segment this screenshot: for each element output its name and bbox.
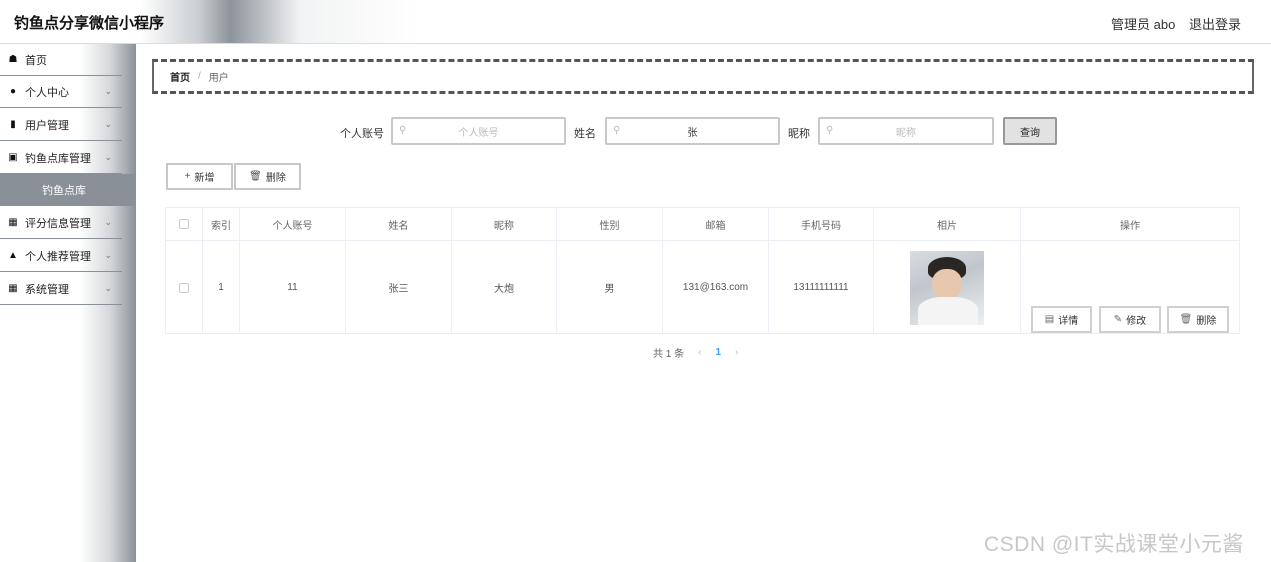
delete-button-label: 删除 [265,173,286,184]
table-cell-photo [874,241,1021,334]
sidebar-item-user-manage[interactable]: ▮ 用户管理 ⌄ [0,109,122,141]
breadcrumb: 首页 / 用户 [152,59,1254,94]
sidebar-item-label: 系统管理 [25,283,69,296]
name-search-input[interactable]: ⚲ 张 [605,117,780,145]
chevron-down-icon: ⌄ [104,250,112,260]
home-icon: ☗ [8,54,18,65]
page-number-current[interactable]: 1 [715,347,721,358]
nickname-search-input[interactable]: ⚲ 昵称 [818,117,994,145]
pagination-total: 共 1 条 [653,349,685,360]
table-cell-index: 1 [203,241,240,334]
table-header-cell: 姓名 [346,208,452,241]
trash-icon: 🗑 [249,171,262,182]
query-button[interactable]: 查询 [1003,117,1057,145]
table-cell-nickname: 大炮 [452,241,557,334]
table-header-cell: 邮箱 [663,208,769,241]
trash-icon: 🗑 [1179,314,1193,325]
chevron-down-icon: ⌄ [104,119,112,129]
next-page-icon[interactable]: › [735,347,738,358]
chevron-down-icon: ⌄ [104,152,112,162]
account-label: 个人账号 [340,128,384,140]
pencil-icon: ✎ [1113,314,1123,325]
sidebar-item-label: 钓鱼点库管理 [25,152,91,165]
sidebar-item-label: 个人中心 [25,86,69,99]
table-header-cell: 索引 [203,208,240,241]
logout-link[interactable]: 退出登录 [1189,14,1241,33]
sidebar-item-label: 用户管理 [25,119,69,132]
row-checkbox[interactable] [179,282,189,293]
sidebar-item-home[interactable]: ☗ 首页 [0,44,122,76]
table-header-checkbox [166,208,203,241]
sidebar-subitem-fishing-spot[interactable]: 钓鱼点库 [0,174,136,206]
batch-delete-button[interactable]: 🗑 删除 [234,163,301,190]
watermark-text: CSDN @IT实战课堂小元酱 [984,533,1244,556]
table-cell-email: 131@163.com [663,241,769,334]
edit-button[interactable]: ✎ 修改 [1099,306,1161,333]
monitor-icon: ▣ [8,152,18,163]
table-header-cell: 性别 [557,208,663,241]
table-cell-phone: 13111111111 [769,241,874,334]
admin-username: 管理员 abo [1111,17,1176,32]
chevron-down-icon: ⌄ [104,283,112,293]
row-delete-button[interactable]: 🗑 删除 [1167,306,1229,333]
sidebar-item-system-manage[interactable]: ▦ 系统管理 ⌄ [0,273,122,305]
table-header-cell: 昵称 [452,208,557,241]
breadcrumb-current: 用户 [208,73,229,84]
add-button-label: 新增 [194,173,215,184]
detail-button-label: 详情 [1058,316,1079,327]
select-all-checkbox[interactable] [179,219,189,229]
add-button[interactable]: + 新增 [166,163,233,190]
nickname-label: 昵称 [788,128,810,140]
edit-button-label: 修改 [1126,316,1147,327]
chevron-down-icon: ⌄ [104,86,112,96]
sidebar-item-label: 评分信息管理 [25,217,91,230]
name-label: 姓名 [574,128,596,140]
table-header-cell: 手机号码 [769,208,874,241]
search-icon: ⚲ [399,125,407,136]
row-checkbox-cell [166,241,203,334]
document-icon: ▤ [1044,314,1055,325]
table-cell-gender: 男 [557,241,663,334]
pagination: 共 1 条 ‹ 1 › [653,345,752,360]
grid-icon: ▦ [8,283,18,294]
name-value: 张 [687,127,698,139]
search-icon: ⚲ [613,125,621,136]
row-delete-button-label: 删除 [1196,316,1217,327]
table-cell-actions: ▤ 详情 ✎ 修改 🗑 删除 [1021,241,1239,334]
sidebar-item-rating-manage[interactable]: ▦ 评分信息管理 ⌄ [0,207,122,239]
sidebar-item-personal-center[interactable]: ● 个人中心 ⌄ [0,76,122,108]
app-title: 钓鱼点分享微信小程序 [14,15,165,32]
sidebar-item-label: 首页 [25,54,47,67]
user-photo [910,250,984,325]
user-manage-icon: ▮ [10,119,16,130]
account-search-input[interactable]: ⚲ 个人账号 [391,117,566,145]
sidebar-item-fishing-spot-manage[interactable]: ▣ 钓鱼点库管理 ⌄ [0,142,122,174]
breadcrumb-home[interactable]: 首页 [170,69,190,84]
plus-icon: + [184,171,191,182]
grid-icon: ▦ [8,217,18,228]
search-icon: ⚲ [826,125,834,136]
user-table: 索引 个人账号 姓名 昵称 性别 邮箱 手机号码 相片 操作 1 11 张三 大… [165,207,1240,334]
person-up-icon: ▲ [8,250,18,261]
sidebar-item-recommend-manage[interactable]: ▲ 个人推荐管理 ⌄ [0,240,122,272]
prev-page-icon[interactable]: ‹ [698,347,701,358]
detail-button[interactable]: ▤ 详情 [1031,306,1092,333]
table-cell-name: 张三 [346,241,452,334]
table-cell-account: 11 [240,241,346,334]
table-header-cell: 操作 [1021,208,1239,241]
table-header-cell: 个人账号 [240,208,346,241]
person-icon: ● [9,86,17,97]
breadcrumb-separator: / [198,71,201,82]
sidebar-item-label: 个人推荐管理 [25,250,91,263]
sidebar: ☗ 首页 ● 个人中心 ⌄ ▮ 用户管理 ⌄ ▣ 钓鱼点库管理 ⌄ 钓鱼点库 ▦… [0,44,136,562]
account-placeholder: 个人账号 [458,127,499,139]
chevron-down-icon: ⌄ [104,217,112,227]
top-header: 钓鱼点分享微信小程序 管理员 abo 退出登录 [0,0,1271,44]
nickname-placeholder: 昵称 [896,127,916,139]
table-header-cell: 相片 [874,208,1021,241]
